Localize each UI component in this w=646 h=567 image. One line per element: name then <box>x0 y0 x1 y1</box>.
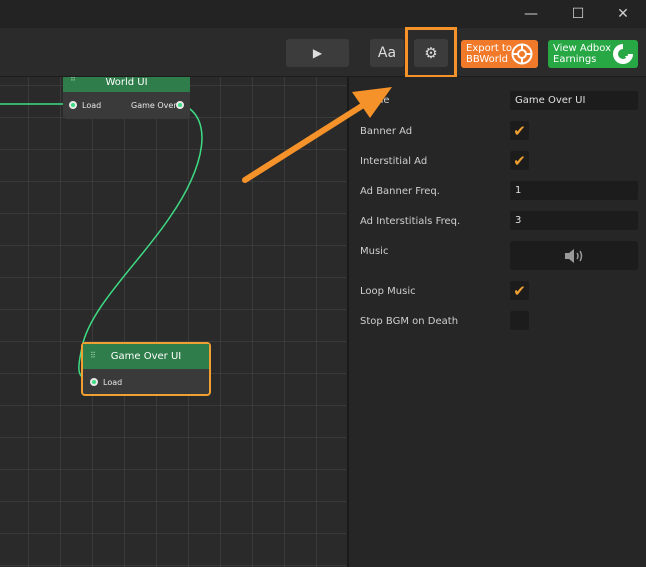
label-ad-banner-freq: Ad Banner Freq. <box>360 186 440 197</box>
properties-panel: Name Game Over UI Banner Ad ✔ Interstiti… <box>347 77 646 567</box>
minimize-button[interactable]: — <box>508 0 554 28</box>
maximize-button[interactable]: ☐ <box>555 0 601 28</box>
settings-highlight <box>405 27 457 78</box>
input-port[interactable] <box>90 378 98 386</box>
play-button[interactable]: ▶ <box>286 39 349 67</box>
font-button[interactable]: Aa <box>370 39 404 67</box>
input-port[interactable] <box>69 101 77 109</box>
adbox-label: View Adbox Earnings <box>553 43 611 65</box>
label-loop-music: Loop Music <box>360 286 416 297</box>
checkmark-icon: ✔ <box>513 151 526 170</box>
checkmark-icon: ✔ <box>513 121 526 140</box>
node-graph-canvas[interactable]: ⠿ World UI Load Game Over ⠿ Game Over UI… <box>0 77 346 567</box>
label-interstitial-ad: Interstitial Ad <box>360 156 428 167</box>
node-header[interactable]: ⠿ World UI <box>63 77 190 92</box>
ad-interstitials-freq-field[interactable]: 3 <box>510 211 638 230</box>
stop-bgm-on-death-checkbox[interactable] <box>510 311 529 330</box>
port-label-game-over: Game Over <box>131 101 177 110</box>
font-label: Aa <box>377 45 397 61</box>
checkmark-icon: ✔ <box>513 281 526 300</box>
grip-icon: ⠿ <box>90 351 96 360</box>
grip-icon: ⠿ <box>70 77 76 83</box>
export-bbworld-button[interactable]: Export to BBWorld <box>461 40 538 68</box>
name-field[interactable]: Game Over UI <box>510 91 638 110</box>
node-title: Game Over UI <box>110 351 182 362</box>
loop-music-checkbox[interactable]: ✔ <box>510 281 529 300</box>
port-label-load: Load <box>82 101 102 110</box>
label-ad-interstitials-freq: Ad Interstitials Freq. <box>360 216 461 227</box>
output-port[interactable] <box>176 101 184 109</box>
maximize-icon: ☐ <box>571 6 585 22</box>
connection-line-game-over <box>78 103 203 381</box>
connections-layer <box>0 103 203 381</box>
close-icon: ✕ <box>617 6 629 22</box>
node-header[interactable]: ⠿ Game Over UI <box>83 344 209 369</box>
node-game-over-ui[interactable]: ⠿ Game Over UI Load <box>81 342 211 396</box>
interstitial-ad-checkbox[interactable]: ✔ <box>510 151 529 170</box>
label-banner-ad: Banner Ad <box>360 126 413 137</box>
adbox-logo-icon <box>613 44 633 64</box>
title-bar: — ☐ ✕ <box>0 0 646 28</box>
node-world-ui[interactable]: ⠿ World UI Load Game Over <box>63 77 190 119</box>
label-name: Name <box>360 95 390 106</box>
play-icon: ▶ <box>312 46 323 60</box>
node-title: World UI <box>105 77 148 88</box>
view-adbox-earnings-button[interactable]: View Adbox Earnings <box>548 40 638 68</box>
bbworld-logo-icon <box>511 43 533 65</box>
ad-banner-freq-field[interactable]: 1 <box>510 181 638 200</box>
speaker-icon <box>565 248 583 263</box>
minimize-icon: — <box>524 6 538 22</box>
music-selector[interactable] <box>510 241 638 270</box>
label-stop-bgm-on-death: Stop BGM on Death <box>360 316 459 327</box>
label-music: Music <box>360 246 389 257</box>
close-button[interactable]: ✕ <box>600 0 646 28</box>
port-label-load: Load <box>103 378 123 387</box>
banner-ad-checkbox[interactable]: ✔ <box>510 121 529 140</box>
